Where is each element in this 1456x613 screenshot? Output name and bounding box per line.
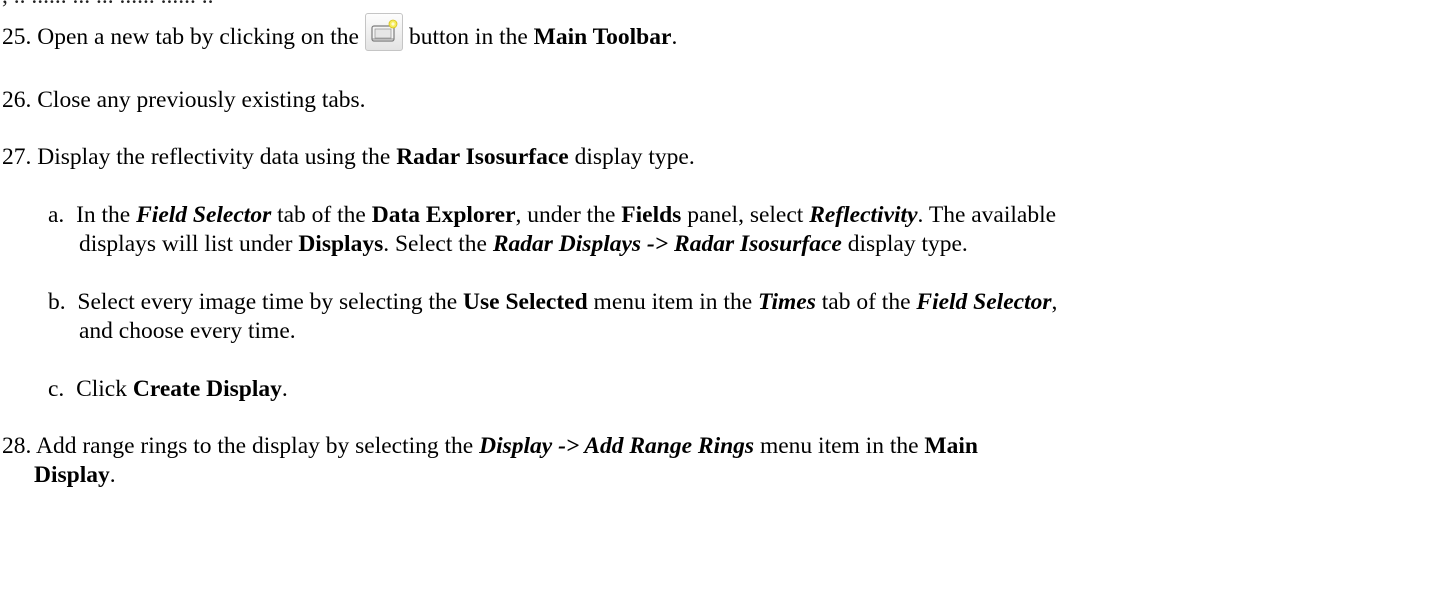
step-text: tab of the [277, 202, 366, 228]
fields-term: Fields [621, 202, 682, 228]
step-text: menu item in the [593, 289, 753, 315]
step-number: 25. [2, 24, 32, 50]
step-text: displays will list under [79, 231, 293, 257]
add-range-rings-path: Display -> Add Range Rings [479, 433, 755, 459]
new-tab-icon [364, 12, 403, 51]
step-text: Select every image time by selecting the [77, 289, 458, 315]
step-text: display type. [574, 144, 695, 170]
step-text: and choose every time. [79, 318, 296, 344]
period: . [671, 24, 678, 50]
step-text: Add range rings to the display by select… [35, 433, 474, 459]
step-text: display type. [847, 231, 968, 257]
step-text: In the [76, 202, 131, 228]
step-text: . [281, 376, 288, 402]
main-toolbar-term: Main Toolbar [533, 24, 672, 50]
step-number: 28. [2, 433, 32, 459]
step-27a-line2: displays will list under Displays. Selec… [79, 230, 968, 259]
step-28-line2: Display. [34, 461, 116, 490]
step-text: Close any previously existing tabs. [37, 87, 366, 113]
main-display-term: Main [924, 433, 978, 459]
main-display-term-cont: Display [34, 462, 110, 488]
step-26: 26. Close any previously existing tabs. [2, 86, 366, 115]
create-display-term: Create Display [132, 376, 282, 402]
step-27b: b. Select every image time by selecting … [48, 288, 1057, 317]
step-text: panel, select [687, 202, 804, 228]
step-text: Click [76, 376, 127, 402]
step-text: . Select the [383, 231, 487, 257]
step-text: . The available [917, 202, 1057, 228]
step-text: , under the [515, 202, 616, 228]
substep-letter: c. [48, 376, 65, 402]
times-term: Times [758, 289, 816, 315]
step-text: button in the [408, 24, 528, 50]
step-text: Open a new tab by clicking on the [37, 24, 359, 50]
reflectivity-term: Reflectivity [809, 202, 918, 228]
radar-isosurface-term: Radar Isosurface [396, 144, 569, 170]
substep-letter: b. [48, 289, 66, 315]
step-number: 27. [2, 144, 32, 170]
field-selector-term: Field Selector [136, 202, 272, 228]
previous-step-fragment: , .. ...... ... ... ...... ...... .. [2, 0, 214, 11]
period: . [109, 462, 116, 488]
step-number: 26. [2, 87, 32, 113]
step-27b-line2: and choose every time. [79, 317, 296, 346]
step-text: tab of the [821, 289, 911, 315]
step-25: 25. Open a new tab by clicking on the bu… [2, 12, 678, 54]
use-selected-term: Use Selected [463, 289, 588, 315]
radar-displays-path: Radar Displays -> Radar Isosurface [492, 231, 842, 257]
step-27c: c. Click Create Display. [48, 375, 288, 404]
fragment-text: , .. ...... ... ... ...... ...... .. [2, 0, 214, 9]
step-27: 27. Display the reflectivity data using … [2, 143, 695, 172]
step-28: 28. Add range rings to the display by se… [2, 432, 978, 461]
data-explorer-term: Data Explorer [371, 202, 516, 228]
step-27a: a. In the Field Selector tab of the Data… [48, 201, 1056, 230]
step-text: menu item in the [759, 433, 919, 459]
step-text: , [1051, 289, 1058, 315]
document-page: { "top_fragment": ", .. ...... ... ... .… [0, 0, 1456, 613]
field-selector-term: Field Selector [916, 289, 1052, 315]
displays-term: Displays [298, 231, 384, 257]
step-text: Display the reflectivity data using the [37, 144, 391, 170]
substep-letter: a. [48, 202, 65, 228]
